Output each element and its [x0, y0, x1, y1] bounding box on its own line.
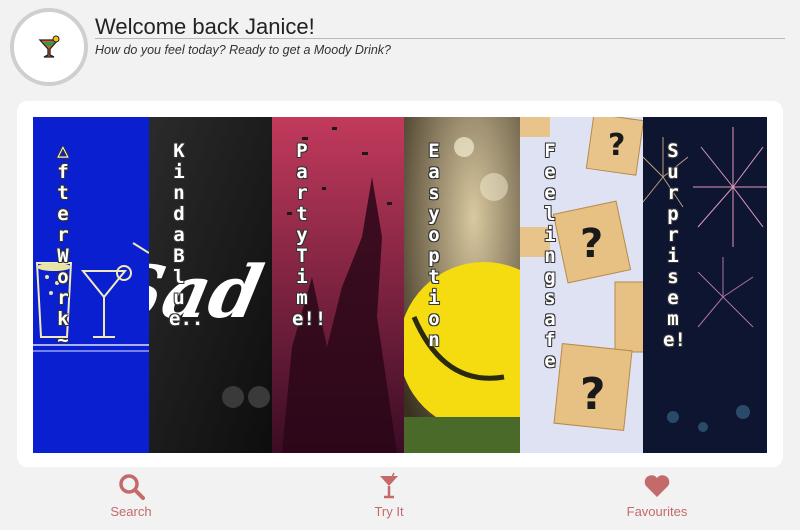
- mood-label: Kinda Blue..: [169, 140, 204, 330]
- svg-text:?: ?: [580, 369, 606, 420]
- smiley-graphic: [404, 117, 520, 453]
- search-icon: [119, 474, 145, 500]
- nav-favourites[interactable]: Favourites: [602, 472, 712, 519]
- title-divider: [95, 38, 785, 39]
- mood-card-surprise-me[interactable]: Surprise me!: [643, 117, 767, 453]
- cocktail-glass-icon: [380, 472, 398, 499]
- page-title: Welcome back Janice!: [95, 14, 315, 39]
- svg-text:?: ?: [608, 128, 625, 163]
- mood-label: △fter Work~: [57, 140, 69, 351]
- nav-search[interactable]: Search: [76, 472, 186, 519]
- mood-card-party-time[interactable]: Party Time!!: [272, 117, 404, 453]
- nav-label: Search: [110, 504, 152, 519]
- page-subtitle: How do you feel today? Ready to get a Mo…: [95, 43, 392, 57]
- question-tiles-graphic: ? ? ?: [520, 117, 643, 453]
- heart-icon: [644, 475, 670, 497]
- mood-card-easy-option[interactable]: Easy option: [404, 117, 520, 453]
- nav-label: Favourites: [626, 504, 688, 519]
- sad-word: Sad: [149, 251, 270, 335]
- mood-label: Surprise me!: [663, 140, 686, 351]
- mood-label: Easy option: [428, 140, 440, 351]
- mood-card-after-work[interactable]: △fter Work~: [33, 117, 149, 453]
- cocktail-icon: [38, 35, 60, 58]
- mood-label: Feeling safe: [544, 140, 556, 372]
- fireworks-graphic: [643, 117, 767, 453]
- nav-try-it[interactable]: Try It: [334, 472, 444, 519]
- nav-label: Try It: [374, 504, 404, 519]
- mood-card-feeling-safe[interactable]: ? ? ? Feeling safe: [520, 117, 643, 453]
- mood-card-kinda-blue[interactable]: Sad Kinda Blue..: [149, 117, 272, 453]
- cocktail-line-art: [33, 242, 149, 352]
- sad-graphic: Sad: [149, 117, 272, 453]
- avatar[interactable]: [10, 8, 88, 86]
- mood-strip: △fter Work~ Sad Kinda Blue.. Party Time!…: [33, 117, 767, 453]
- svg-text:?: ?: [580, 221, 603, 267]
- mood-label: Party Time!!: [292, 140, 327, 330]
